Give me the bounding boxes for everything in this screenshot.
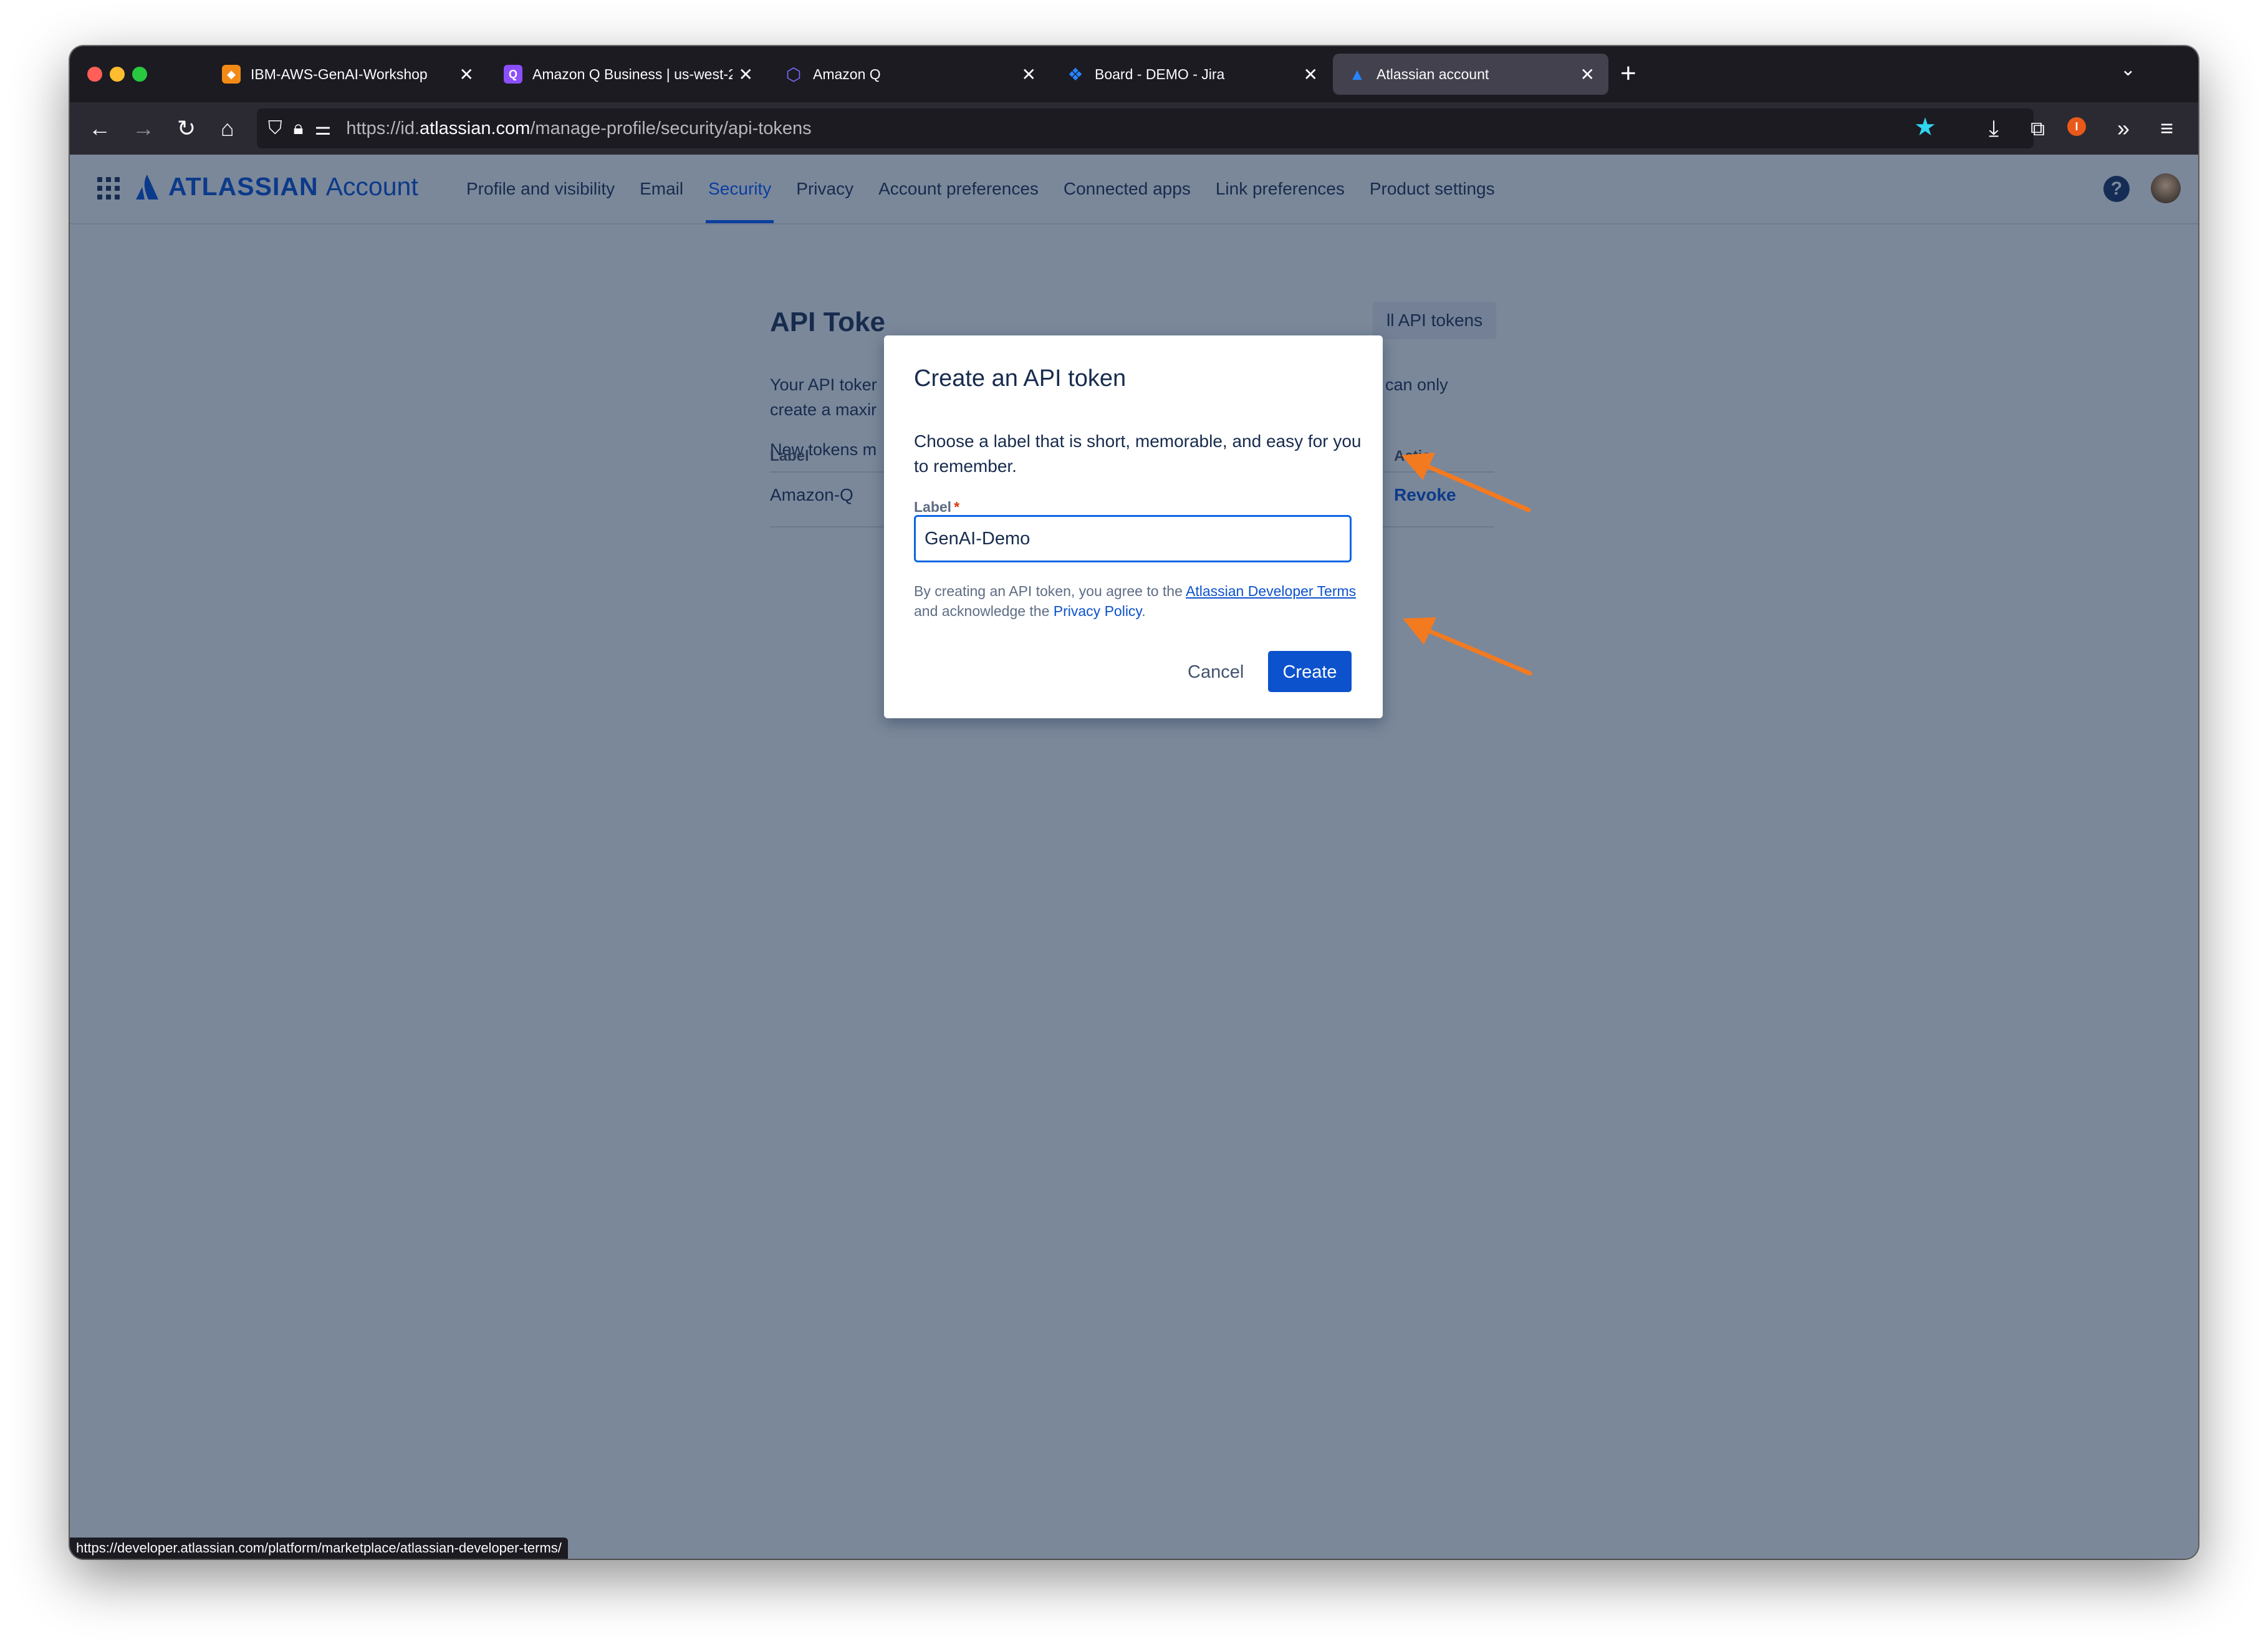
label-field-label: Label * <box>914 499 960 515</box>
column-header-label: Label <box>770 448 809 464</box>
page-title: API Toke <box>770 307 886 337</box>
create-button[interactable]: Create <box>1268 651 1352 692</box>
home-icon[interactable]: ⌂ <box>221 113 234 143</box>
app-switcher-icon[interactable] <box>97 177 120 200</box>
token-label-input[interactable] <box>914 515 1352 562</box>
revoke-all-tokens-button[interactable]: ll API tokens <box>1373 302 1497 339</box>
list-all-tabs-icon[interactable]: ⌄ <box>2120 59 2136 80</box>
new-tab-button[interactable]: + <box>1620 56 1636 91</box>
extensions-icon[interactable]: ⧉ <box>2030 113 2045 143</box>
shield-icon[interactable]: ⛉ <box>268 118 282 139</box>
jira-icon: ❖ <box>1067 64 1084 84</box>
close-tab-icon[interactable]: ✕ <box>459 64 474 85</box>
link-status-bar: https://developer.atlassian.com/platform… <box>70 1538 568 1559</box>
nav-profile-and-visibility[interactable]: Profile and visibility <box>466 155 615 223</box>
intro-line-1: Your API toker <box>770 375 877 394</box>
required-asterisk: * <box>954 499 960 515</box>
address-bar[interactable]: ⛉ 🔒︎ ⚌ https://id.atlassian.com/manage-p… <box>257 108 2034 148</box>
downloads-icon[interactable]: ⤓ <box>1989 113 1999 143</box>
url-text[interactable]: https://id.atlassian.com/manage-profile/… <box>346 118 811 139</box>
help-icon[interactable]: ? <box>2103 176 2130 202</box>
amazon-q-icon: Q <box>504 65 522 84</box>
reload-icon[interactable]: ↻ <box>177 113 196 143</box>
annotation-arrow-input <box>1401 453 1531 513</box>
atlassian-logo[interactable]: ATLASSIAN Account <box>135 172 418 201</box>
privacy-policy-link[interactable]: Privacy Policy <box>1054 603 1141 619</box>
atlassian-icon: ▲ <box>1349 64 1365 84</box>
atlassian-mark-icon <box>136 174 158 200</box>
forward-icon[interactable]: → <box>132 113 155 143</box>
create-api-token-dialog: Create an API token Choose a label that … <box>884 335 1383 718</box>
back-icon[interactable]: ← <box>89 113 111 143</box>
page-content: ATLASSIAN Account Profile and visibility… <box>70 155 2198 1559</box>
tab-amazon-q-business[interactable]: Q Amazon Q Business | us-west-2 ✕ <box>489 54 767 95</box>
atlassian-header: ATLASSIAN Account Profile and visibility… <box>70 155 2198 224</box>
tab-atlassian-account[interactable]: ▲ Atlassian account ✕ <box>1333 54 1608 95</box>
token-row-label: Amazon-Q <box>770 485 853 504</box>
cancel-button[interactable]: Cancel <box>1173 652 1259 692</box>
more-tools-icon[interactable]: » <box>2117 113 2130 143</box>
annotation-arrow-create <box>1403 617 1532 676</box>
amazon-q-hex-icon: ⬡ <box>786 64 802 84</box>
dialog-title: Create an API token <box>914 365 1127 392</box>
lock-icon[interactable]: 🔒︎ <box>294 118 304 139</box>
intro-line-1-tail: can only <box>1385 375 1448 394</box>
bookmark-star-icon[interactable]: ★ <box>1914 112 1936 142</box>
tab-amazon-q[interactable]: ⬡ Amazon Q ✕ <box>769 54 1050 95</box>
nav-product-settings[interactable]: Product settings <box>1370 155 1495 223</box>
close-window-button[interactable] <box>87 67 102 82</box>
close-tab-icon[interactable]: ✕ <box>1580 64 1595 85</box>
close-tab-icon[interactable]: ✕ <box>1304 64 1318 85</box>
tab-jira-board[interactable]: ❖ Board - DEMO - Jira ✕ <box>1051 54 1332 95</box>
browser-window: ◆ IBM-AWS-GenAI-Workshop ✕ Q Amazon Q Bu… <box>70 46 2198 1559</box>
terms-text: By creating an API token, you agree to t… <box>914 583 1357 619</box>
minimize-window-button[interactable] <box>110 67 125 82</box>
menu-icon[interactable]: ≡ <box>2160 113 2173 143</box>
nav-security[interactable]: Security <box>706 155 774 223</box>
nav-privacy[interactable]: Privacy <box>796 155 853 223</box>
nav-email[interactable]: Email <box>640 155 683 223</box>
avatar[interactable] <box>2151 173 2181 203</box>
dialog-description: Choose a label that is short, memorable,… <box>914 431 1362 476</box>
permissions-icon[interactable]: ⚌ <box>314 118 331 140</box>
tab-bar: ◆ IBM-AWS-GenAI-Workshop ✕ Q Amazon Q Bu… <box>70 46 2198 102</box>
intro-line-2: create a maxir <box>770 400 877 419</box>
developer-terms-link[interactable]: Atlassian Developer Terms <box>1186 583 1356 599</box>
zoom-window-button[interactable] <box>132 67 147 82</box>
aws-cube-icon: ◆ <box>222 65 241 84</box>
close-tab-icon[interactable]: ✕ <box>1022 64 1036 85</box>
tab-ibm-aws-workshop[interactable]: ◆ IBM-AWS-GenAI-Workshop ✕ <box>207 54 488 95</box>
nav-link-preferences[interactable]: Link preferences <box>1216 155 1345 223</box>
navigation-toolbar: ← → ↻ ⌂ ⛉ 🔒︎ ⚌ https://id.atlassian.com/… <box>70 102 2198 155</box>
nav-account-preferences[interactable]: Account preferences <box>878 155 1039 223</box>
nav-connected-apps[interactable]: Connected apps <box>1064 155 1191 223</box>
close-tab-icon[interactable]: ✕ <box>739 64 753 85</box>
account-nav: Profile and visibility Email Security Pr… <box>466 155 1520 223</box>
extension-badge-icon[interactable]: I <box>2067 117 2086 136</box>
